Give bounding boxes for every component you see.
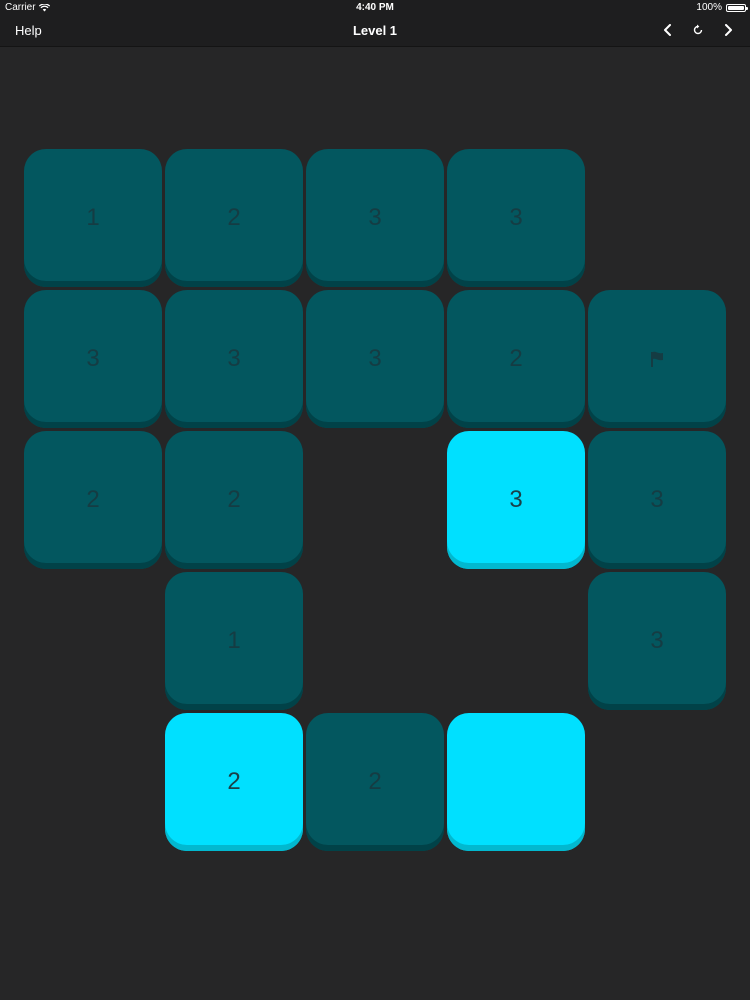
tile-number: 2: [227, 486, 241, 513]
board-tile[interactable]: 2: [306, 713, 444, 851]
tile-number: 3: [650, 627, 664, 654]
tile-number: 3: [86, 345, 100, 372]
board-tile[interactable]: [588, 290, 726, 428]
tile-number: 2: [509, 345, 523, 372]
tile-number: 3: [368, 345, 382, 372]
board-tile[interactable]: 2: [24, 431, 162, 569]
board-tile[interactable]: 3: [588, 572, 726, 710]
tile-number: 3: [650, 486, 664, 513]
board-tile[interactable]: 3: [447, 149, 585, 287]
tile-number: 2: [86, 486, 100, 513]
board-tile[interactable]: 3: [24, 290, 162, 428]
board-tile[interactable]: 3: [306, 149, 444, 287]
tile-number: 2: [227, 768, 241, 795]
board-tile[interactable]: 2: [165, 431, 303, 569]
board-tile[interactable]: 3: [165, 290, 303, 428]
game-board: 1 2 3 3 3 3 3 2 2 2 3 3 1 3 2 2: [0, 0, 750, 1000]
tile-number: 3: [368, 204, 382, 231]
tile-number: 2: [227, 204, 241, 231]
tile-number: 1: [86, 204, 100, 231]
board-tile[interactable]: 3: [306, 290, 444, 428]
tile-number: 1: [227, 627, 241, 654]
board-tile[interactable]: [447, 713, 585, 851]
board-tile[interactable]: 3: [588, 431, 726, 569]
tile-number: 3: [509, 486, 523, 513]
board-tile[interactable]: 2: [165, 713, 303, 851]
board-tile[interactable]: 1: [24, 149, 162, 287]
board-tile[interactable]: 3: [447, 431, 585, 569]
board-tile[interactable]: 2: [165, 149, 303, 287]
tile-number: 3: [509, 204, 523, 231]
tile-number: 3: [227, 345, 241, 372]
board-tile[interactable]: 2: [447, 290, 585, 428]
flag-icon: [651, 351, 663, 367]
tile-number: 2: [368, 768, 382, 795]
board-tile[interactable]: 1: [165, 572, 303, 710]
